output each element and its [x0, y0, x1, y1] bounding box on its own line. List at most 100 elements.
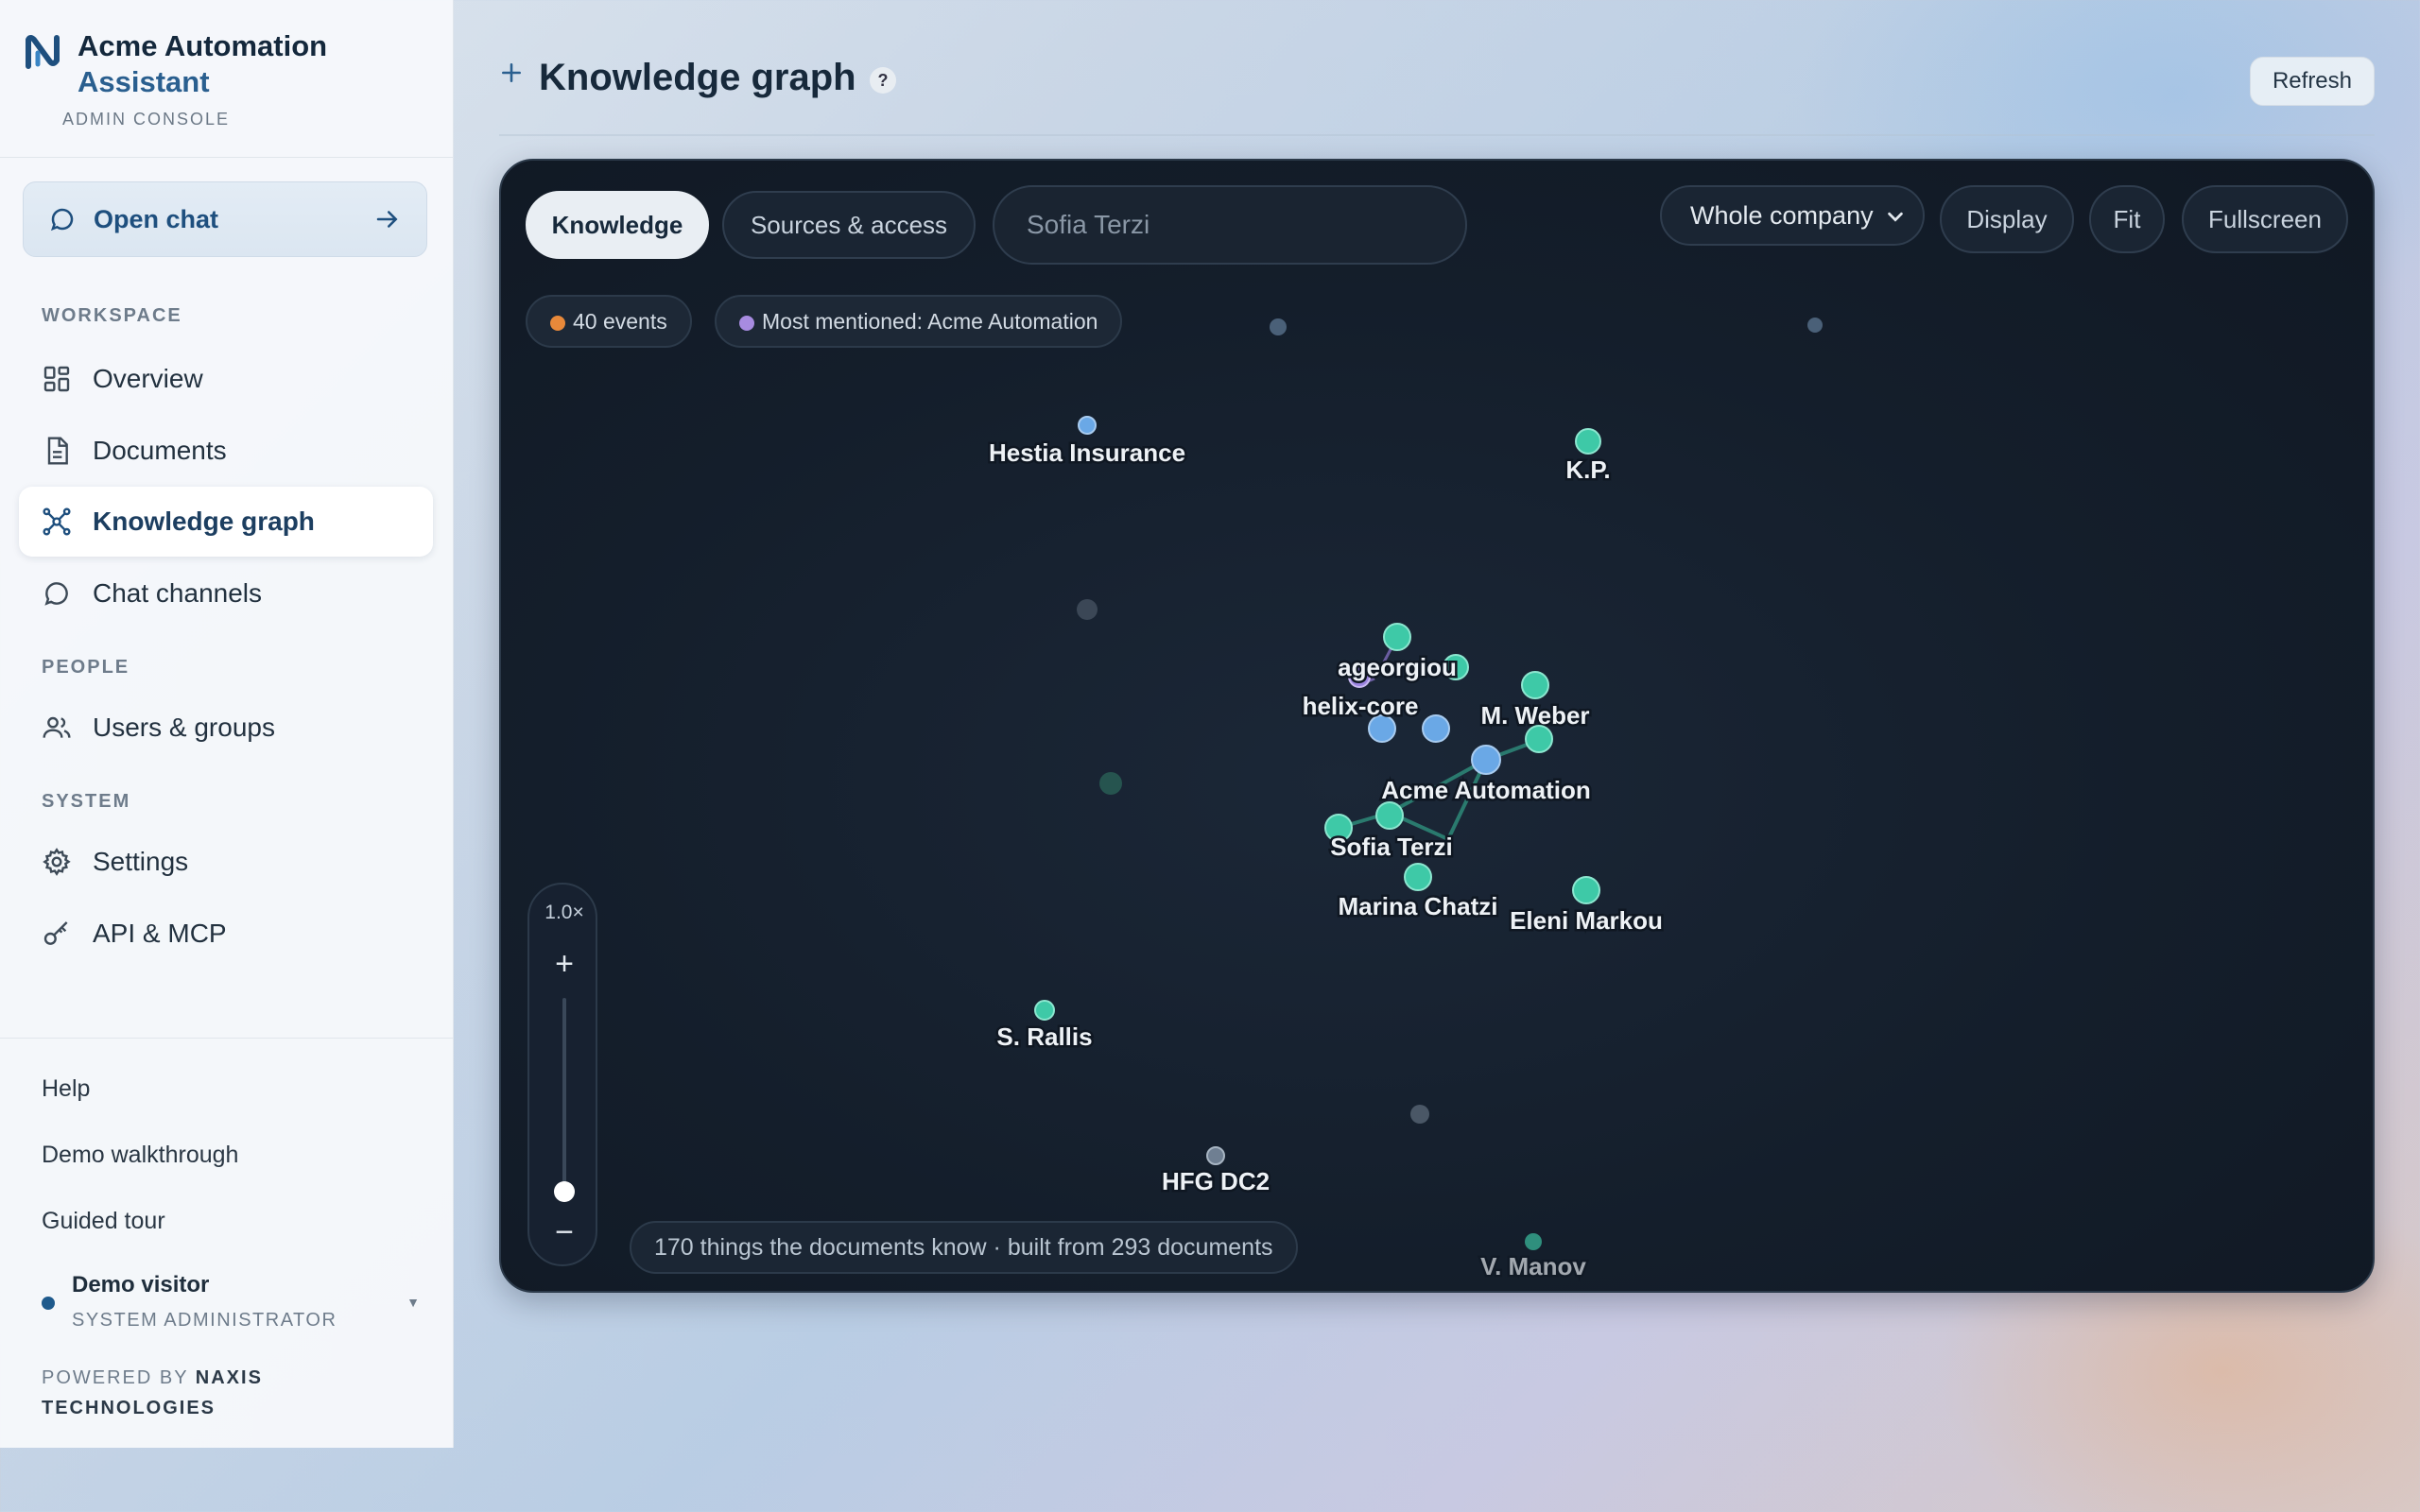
graph-panel[interactable]: Hestia Insurance K.P. ageorgiou helix-co… — [499, 159, 2375, 1293]
users-icon — [43, 716, 71, 738]
section-label-people: PEOPLE — [42, 657, 130, 678]
user-role: SYSTEM ADMINISTRATOR — [72, 1310, 337, 1331]
graph-node-marina-chatzi[interactable] — [1404, 863, 1432, 891]
key-icon — [43, 921, 68, 945]
sidebar-item-label: Knowledge graph — [93, 507, 315, 536]
sidebar-item-label: Documents — [93, 436, 227, 465]
brand-name: Acme Automation Assistant — [78, 28, 327, 100]
sidebar-item-overview[interactable]: Overview — [19, 344, 433, 414]
tab-knowledge[interactable]: Knowledge — [526, 191, 709, 259]
header-divider — [499, 134, 2375, 136]
graph-label-hestia-insurance: Hestia Insurance — [989, 438, 1185, 467]
brand-name-line2: Assistant — [78, 65, 210, 98]
graph-node-hestia-insurance[interactable] — [1078, 416, 1097, 435]
graph-node-muted[interactable] — [1077, 599, 1098, 620]
brand-name-line1: Acme Automation — [78, 29, 328, 62]
sidebar-item-label: Users & groups — [93, 713, 275, 742]
display-button[interactable]: Display — [1940, 185, 2074, 253]
graph-node-muted[interactable] — [1807, 318, 1823, 333]
graph-node-ageorgiou[interactable] — [1383, 623, 1411, 651]
zoom-out-button[interactable]: − — [541, 1211, 588, 1253]
graph-label-s-rallis: S. Rallis — [996, 1022, 1092, 1051]
user-menu[interactable]: Demo visitor SYSTEM ADMINISTRATOR ▼ — [42, 1272, 420, 1331]
graph-search-input[interactable]: Sofia Terzi — [993, 185, 1467, 265]
sidebar-item-settings[interactable]: Settings — [19, 827, 433, 897]
open-chat-label: Open chat — [94, 204, 219, 233]
brand-subtitle: ADMIN CONSOLE — [62, 110, 231, 129]
refresh-button[interactable]: Refresh — [2250, 57, 2375, 106]
graph-node-muted[interactable] — [1270, 318, 1287, 335]
document-icon — [47, 437, 68, 465]
graph-icon — [43, 507, 71, 536]
sidebar-item-documents[interactable]: Documents — [19, 416, 433, 486]
graph-label-hfg-dc2: HFG DC2 — [1162, 1167, 1270, 1195]
help-link[interactable]: Help — [42, 1075, 90, 1103]
sidebar-item-label: Chat channels — [93, 578, 263, 608]
graph-label-acme-automation: Acme Automation — [1381, 776, 1591, 804]
sidebar-divider — [0, 1038, 454, 1039]
graph-node-organization[interactable] — [1422, 714, 1450, 743]
graph-label-marina-chatzi: Marina Chatzi — [1338, 892, 1497, 920]
graph-node-eleni-markou[interactable] — [1572, 876, 1600, 904]
chat-bubble-icon — [50, 208, 74, 232]
zoom-in-button[interactable]: + — [541, 943, 588, 985]
chat-icon — [44, 582, 68, 606]
sidebar-item-label: API & MCP — [93, 919, 227, 948]
graph-node-person[interactable] — [1525, 725, 1553, 753]
most-mentioned-dot — [739, 316, 754, 331]
brand: Acme Automation Assistant — [25, 28, 327, 100]
sidebar-item-chat-channels[interactable]: Chat channels — [19, 558, 433, 628]
section-label-workspace: WORKSPACE — [42, 305, 182, 326]
sidebar-item-label: Overview — [93, 364, 203, 393]
graph-label-v-manov: V. Manov — [1480, 1252, 1586, 1280]
graph-node-hfg-dc2[interactable] — [1206, 1146, 1225, 1165]
most-mentioned-chip[interactable]: Most mentioned: Acme Automation — [715, 295, 1123, 348]
graph-label-kp: K.P. — [1565, 455, 1610, 484]
user-name: Demo visitor — [72, 1272, 210, 1297]
sidebar-item-api-mcp[interactable]: API & MCP — [19, 899, 433, 969]
sidebar-item-label: Settings — [93, 847, 189, 876]
tab-sources-access[interactable]: Sources & access — [722, 191, 976, 259]
open-chat-button[interactable]: Open chat — [23, 181, 427, 257]
user-status-dot — [42, 1297, 55, 1310]
scope-select[interactable]: Whole company — [1660, 185, 1925, 246]
graph-label-helix-core: helix-core — [1303, 692, 1419, 720]
scope-select-value: Whole company — [1690, 200, 1874, 230]
gear-icon — [43, 848, 71, 876]
demo-walkthrough-link[interactable]: Demo walkthrough — [42, 1142, 238, 1169]
grid-icon — [43, 366, 70, 392]
graph-label-m-weber: M. Weber — [1480, 701, 1589, 730]
sidebar-item-users-groups[interactable]: Users & groups — [19, 693, 433, 763]
chevron-down-icon — [1888, 212, 1903, 222]
fit-button[interactable]: Fit — [2089, 185, 2165, 253]
zoom-control: 1.0× + − — [527, 883, 597, 1266]
help-icon[interactable]: ? — [870, 67, 896, 94]
graph-node-acme-automation[interactable] — [1471, 745, 1501, 775]
graph-node-s-rallis[interactable] — [1034, 1000, 1055, 1021]
graph-node-muted[interactable] — [1099, 772, 1122, 795]
zoom-slider-thumb[interactable] — [554, 1181, 575, 1202]
plus-icon[interactable] — [499, 60, 524, 85]
zoom-slider-track[interactable] — [562, 998, 566, 1202]
zoom-level: 1.0× — [544, 902, 584, 923]
graph-label-eleni-markou: Eleni Markou — [1510, 906, 1663, 935]
sidebar: Acme Automation Assistant ADMIN CONSOLE … — [0, 0, 454, 1448]
graph-node-v-manov[interactable] — [1525, 1233, 1542, 1250]
section-label-system: SYSTEM — [42, 791, 131, 812]
fullscreen-button[interactable]: Fullscreen — [2182, 185, 2348, 253]
powered-by-prefix: POWERED BY — [42, 1367, 189, 1388]
events-chip[interactable]: 40 events — [526, 295, 692, 348]
sidebar-divider — [0, 157, 454, 158]
arrow-right-icon — [376, 211, 398, 228]
graph-node-m-weber[interactable] — [1521, 671, 1549, 699]
brand-logo-icon — [26, 35, 60, 69]
chevron-down-icon: ▼ — [406, 1295, 420, 1310]
graph-node-sofia-terzi[interactable] — [1375, 801, 1404, 830]
graph-node-kp[interactable] — [1575, 428, 1601, 455]
graph-summary: 170 things the documents know · built fr… — [630, 1221, 1298, 1274]
sidebar-item-knowledge-graph[interactable]: Knowledge graph — [19, 487, 433, 557]
guided-tour-link[interactable]: Guided tour — [42, 1208, 165, 1235]
page-title: Knowledge graph — [539, 57, 856, 98]
graph-node-muted[interactable] — [1410, 1105, 1429, 1124]
most-mentioned-chip-label: Most mentioned: Acme Automation — [762, 308, 1098, 334]
